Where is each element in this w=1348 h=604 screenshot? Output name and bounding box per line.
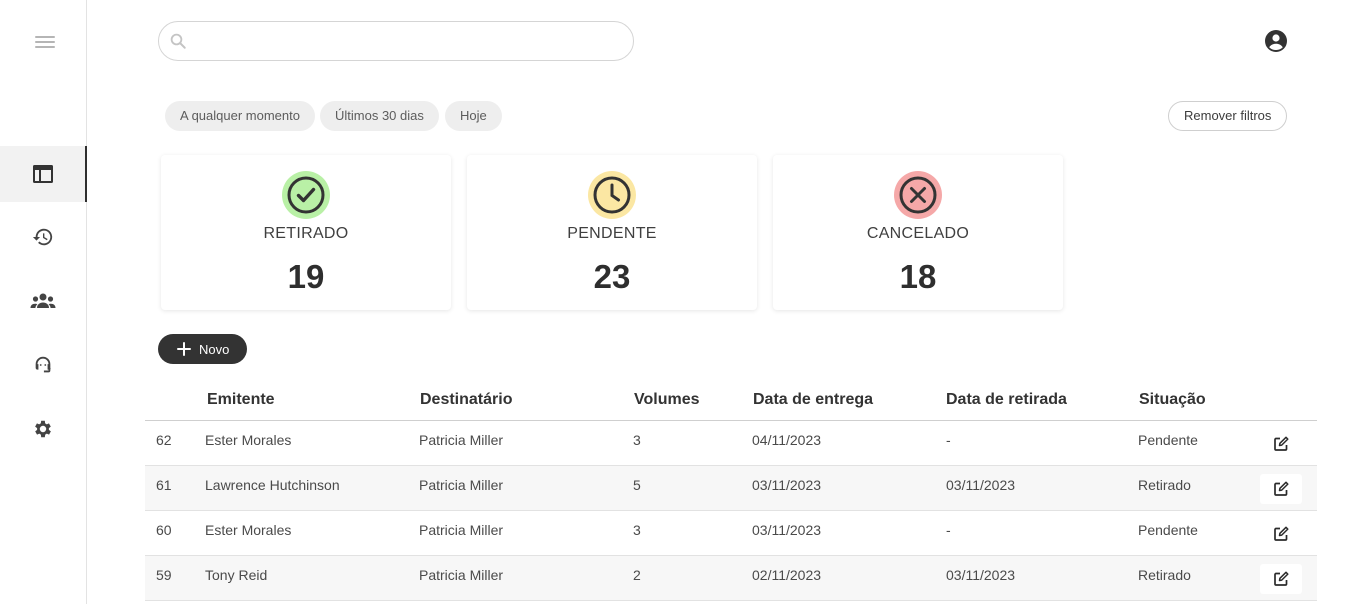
account-icon[interactable] bbox=[1264, 29, 1288, 53]
table-header: Emitente Destinatário Volumes Data de en… bbox=[145, 380, 1317, 421]
stat-value: 18 bbox=[899, 258, 937, 295]
table-row[interactable]: 60 Ester Morales Patricia Miller 3 03/11… bbox=[145, 511, 1317, 556]
edit-icon[interactable] bbox=[1260, 519, 1302, 549]
cell-emitente: Ester Morales bbox=[205, 522, 292, 538]
menu-icon[interactable] bbox=[35, 36, 55, 52]
cell-data-entrega: 04/11/2023 bbox=[752, 432, 822, 448]
cell-data-retirada: - bbox=[946, 522, 951, 538]
cell-destinatario: Patricia Miller bbox=[419, 522, 504, 538]
cell-id: 60 bbox=[156, 522, 172, 538]
table-row[interactable]: 61 Lawrence Hutchinson Patricia Miller 5… bbox=[145, 466, 1317, 511]
new-button-label: Novo bbox=[199, 341, 230, 357]
cell-destinatario: Patricia Miller bbox=[419, 432, 504, 448]
deliveries-table: Emitente Destinatário Volumes Data de en… bbox=[145, 380, 1317, 601]
cell-destinatario: Patricia Miller bbox=[419, 567, 504, 583]
stat-label: PENDENTE bbox=[567, 225, 657, 242]
stat-card-cancelado[interactable]: CANCELADO 18 bbox=[773, 155, 1063, 310]
clear-filters-button[interactable]: Remover filtros bbox=[1168, 101, 1288, 131]
cell-emitente: Lawrence Hutchinson bbox=[205, 477, 340, 493]
cell-data-entrega: 03/11/2023 bbox=[752, 522, 822, 538]
column-header-data-entrega[interactable]: Data de entrega bbox=[753, 391, 873, 409]
stat-card-pendente[interactable]: PENDENTE 23 bbox=[467, 155, 757, 310]
cell-data-entrega: 03/11/2023 bbox=[752, 477, 822, 493]
cell-volumes: 2 bbox=[633, 567, 641, 583]
stat-value: 19 bbox=[287, 258, 325, 295]
cancel-circle-icon bbox=[894, 171, 942, 219]
sidebar-item-people[interactable] bbox=[0, 273, 86, 329]
sidebar bbox=[0, 0, 87, 604]
cell-id: 61 bbox=[156, 477, 172, 493]
cell-situacao: Retirado bbox=[1138, 477, 1191, 493]
cell-emitente: Ester Morales bbox=[205, 432, 292, 448]
gear-icon bbox=[35, 420, 51, 438]
cell-volumes: 3 bbox=[633, 522, 641, 538]
clock-icon bbox=[588, 171, 636, 219]
edit-icon[interactable] bbox=[1260, 474, 1302, 504]
search-input[interactable] bbox=[195, 30, 615, 52]
history-icon bbox=[32, 228, 53, 246]
sidebar-item-history[interactable] bbox=[0, 209, 86, 265]
stat-value: 23 bbox=[593, 258, 631, 295]
cell-data-retirada: 03/11/2023 bbox=[946, 477, 1016, 493]
edit-icon[interactable] bbox=[1260, 564, 1302, 594]
support-agent-icon bbox=[35, 356, 51, 373]
column-header-situacao[interactable]: Situação bbox=[1139, 391, 1206, 409]
cell-volumes: 3 bbox=[633, 432, 641, 448]
sidebar-item-settings[interactable] bbox=[0, 401, 86, 457]
filter-anytime-chip[interactable]: A qualquer momento bbox=[165, 101, 315, 131]
cell-data-entrega: 02/11/2023 bbox=[752, 567, 822, 583]
cell-situacao: Pendente bbox=[1138, 432, 1198, 448]
search-bar bbox=[158, 21, 634, 61]
new-button[interactable]: Novo bbox=[158, 334, 247, 364]
sidebar-item-support[interactable] bbox=[0, 337, 86, 393]
filter-today-chip[interactable]: Hoje bbox=[445, 101, 502, 131]
stat-card-retirado[interactable]: RETIRADO 19 bbox=[161, 155, 451, 310]
column-header-volumes[interactable]: Volumes bbox=[634, 391, 700, 409]
table-row[interactable]: 59 Tony Reid Patricia Miller 2 02/11/202… bbox=[145, 556, 1317, 601]
cell-situacao: Retirado bbox=[1138, 567, 1191, 583]
check-circle-icon bbox=[282, 171, 330, 219]
group-icon bbox=[30, 293, 56, 308]
plus-icon bbox=[177, 342, 191, 356]
column-header-emitente[interactable]: Emitente bbox=[207, 391, 275, 409]
cell-volumes: 5 bbox=[633, 477, 641, 493]
table-icon bbox=[32, 165, 53, 183]
cell-destinatario: Patricia Miller bbox=[419, 477, 504, 493]
cell-data-retirada: - bbox=[946, 432, 951, 448]
edit-icon[interactable] bbox=[1260, 429, 1302, 459]
cell-emitente: Tony Reid bbox=[205, 567, 268, 583]
column-header-data-retirada[interactable]: Data de retirada bbox=[946, 391, 1067, 409]
stat-label: CANCELADO bbox=[866, 225, 970, 242]
sidebar-item-table[interactable] bbox=[0, 146, 87, 202]
table-row[interactable]: 62 Ester Morales Patricia Miller 3 04/11… bbox=[145, 421, 1317, 466]
column-header-destinatario[interactable]: Destinatário bbox=[420, 391, 512, 409]
cell-situacao: Pendente bbox=[1138, 522, 1198, 538]
search-icon bbox=[170, 33, 186, 49]
cell-id: 59 bbox=[156, 567, 172, 583]
cell-data-retirada: 03/11/2023 bbox=[946, 567, 1016, 583]
cell-id: 62 bbox=[156, 432, 172, 448]
filter-30-days-chip[interactable]: Últimos 30 dias bbox=[320, 101, 439, 131]
stat-label: RETIRADO bbox=[263, 225, 349, 242]
